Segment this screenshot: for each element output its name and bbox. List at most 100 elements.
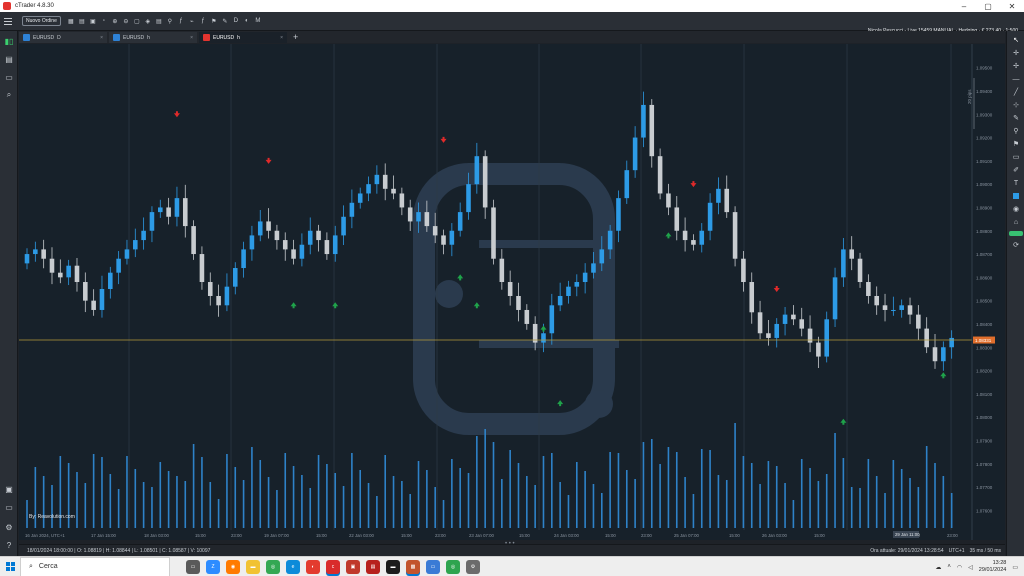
zoom-app-icon[interactable]: Z <box>206 559 220 574</box>
fib-icon[interactable]: ⚑ <box>1010 139 1022 149</box>
taskbar-search[interactable]: ⌕ Cerca <box>20 556 170 576</box>
chart-canvas[interactable]: 1.09500 1.09400 1.09300 1.09200 1.09100 1.090… <box>19 44 1005 540</box>
horizontal-line-icon[interactable]: — <box>1010 74 1022 84</box>
marker-icon[interactable]: D <box>232 17 240 25</box>
wifi-icon[interactable]: ◠ <box>957 564 962 571</box>
app-news-icon[interactable]: ▤ <box>366 559 380 574</box>
chrome-2-icon[interactable]: ◎ <box>446 559 460 574</box>
volume-icon[interactable]: ◁ <box>968 564 973 571</box>
zoom-out-icon[interactable]: ⊖ <box>122 17 130 25</box>
tray-chevron-icon[interactable]: ˄ <box>947 564 951 570</box>
settings-icon[interactable]: ⚙ <box>3 521 15 533</box>
refresh-icon[interactable]: ⟳ <box>1010 240 1022 250</box>
bot-icon[interactable]: ƒ <box>199 17 207 25</box>
app-blue-icon[interactable]: ▭ <box>426 559 440 574</box>
crosshair-dot-icon[interactable]: ✢ <box>1010 61 1022 71</box>
taskbar-clock[interactable]: 13:28 29/01/2024 <box>979 560 1007 574</box>
close-icon[interactable]: ✕ <box>1000 0 1024 12</box>
app-terminal-icon[interactable]: ▬ <box>386 559 400 574</box>
candle-body <box>691 240 696 245</box>
ray-icon[interactable]: ⊹ <box>1010 100 1022 110</box>
volume-bar <box>592 484 595 528</box>
file-explorer-icon[interactable]: ▬ <box>246 559 260 574</box>
alert-icon[interactable]: ⚑ <box>210 17 218 25</box>
maximize-icon[interactable]: ▢ <box>976 0 1000 12</box>
more-icon[interactable]: M <box>254 17 262 25</box>
indicator-icon[interactable]: ƒ <box>177 17 185 25</box>
firefox-icon[interactable]: ◉ <box>226 559 240 574</box>
close-tab-icon[interactable]: × <box>280 35 283 41</box>
drawing-icon[interactable]: ✎ <box>221 17 229 25</box>
detach-icon[interactable]: ▫ <box>100 17 108 25</box>
candle-body <box>474 156 480 185</box>
lock-icon[interactable]: ⌂ <box>1010 217 1022 227</box>
tab-eurusd-2[interactable]: EURUSD h × <box>109 32 197 43</box>
link-icon[interactable]: ⚲ <box>166 17 174 25</box>
volume-bar <box>109 474 112 528</box>
task-view-icon[interactable]: ▭ <box>186 559 200 574</box>
volume-bar <box>492 442 495 528</box>
add-tab-icon[interactable]: + <box>289 32 298 43</box>
time-tick-label: 23 Jan 07:00 <box>469 533 494 538</box>
volume-bar <box>700 449 703 528</box>
volume-bar <box>309 488 312 528</box>
watchlist-icon[interactable]: ◐ <box>243 17 251 25</box>
ctrader-taskbar-icon[interactable]: c <box>326 559 340 574</box>
volume-bar <box>276 490 278 528</box>
notifications-icon[interactable]: ▭ <box>1012 564 1018 571</box>
app-red-icon[interactable]: ◐ <box>306 559 320 574</box>
analyze-icon[interactable]: ⌕ <box>3 89 15 101</box>
ctrader-logo-icon <box>3 2 11 10</box>
grid-icon[interactable]: ▤ <box>155 17 163 25</box>
tab-eurusd-3[interactable]: EURUSD h × <box>199 32 287 43</box>
brush-icon[interactable]: ✎ <box>1010 113 1022 123</box>
weather-icon[interactable]: ☁ <box>935 564 941 571</box>
time-tick-label: 15:00 <box>814 533 825 538</box>
close-tab-icon[interactable]: × <box>190 35 193 41</box>
candle-body <box>33 249 38 255</box>
volume-bar <box>284 453 287 528</box>
text-icon[interactable]: T <box>1010 178 1022 188</box>
new-order-button[interactable]: Nuovo Ordine <box>22 16 61 26</box>
close-tab-icon[interactable]: × <box>100 35 103 41</box>
chrome-icon[interactable]: ◎ <box>266 559 280 574</box>
candle-body <box>516 295 521 310</box>
tab-eurusd-1[interactable]: EURUSD D × <box>19 32 107 43</box>
app-pdf-icon[interactable]: ▣ <box>346 559 360 574</box>
volume-bar <box>834 433 836 528</box>
crosshair-icon[interactable]: ✛ <box>1010 48 1022 58</box>
callout-icon[interactable]: ✐ <box>1010 165 1022 175</box>
timeframe-icon[interactable]: ▣ <box>89 17 97 25</box>
app-active-icon[interactable]: ▩ <box>406 559 420 574</box>
color-icon[interactable] <box>1010 191 1022 201</box>
settings-app-icon[interactable]: ⚙ <box>466 559 480 574</box>
market-icon[interactable]: ▣ <box>3 483 15 495</box>
news-icon[interactable]: ▭ <box>3 501 15 513</box>
eye-icon[interactable]: ◉ <box>1010 204 1022 214</box>
trade-icon[interactable]: ▮▯ <box>3 35 15 47</box>
pin-icon[interactable]: ⚲ <box>1010 126 1022 136</box>
automate-icon[interactable]: ▭ <box>3 71 15 83</box>
price-chart[interactable]: 1.09500 1.09400 1.09300 1.09200 1.09100 1.090… <box>19 44 1005 540</box>
templates-icon[interactable]: ◈ <box>144 17 152 25</box>
chart-type-icon[interactable]: ▦ <box>67 17 75 25</box>
cursor-icon[interactable]: ↖ <box>1010 35 1022 45</box>
help-icon[interactable]: ? <box>3 539 15 551</box>
trend-line-icon[interactable]: ╱ <box>1010 87 1022 97</box>
volume-bar <box>800 459 803 528</box>
rectangle-icon[interactable]: ▭ <box>1010 152 1022 162</box>
timezone[interactable]: UTC+1 <box>949 548 965 554</box>
zoom-in-icon[interactable]: ⊕ <box>111 17 119 25</box>
edge-icon[interactable]: e <box>286 559 300 574</box>
volume-bar <box>417 461 420 528</box>
price-tick-label: 1.08600 <box>976 275 993 280</box>
layout-icon[interactable]: ▤ <box>78 17 86 25</box>
screenshot-icon[interactable]: ▢ <box>133 17 141 25</box>
price-tick-label: 1.09500 <box>976 66 993 71</box>
candle-body <box>116 258 121 273</box>
minimize-icon[interactable]: – <box>952 0 976 12</box>
copy-icon[interactable]: ▤ <box>3 53 15 65</box>
script-icon[interactable]: ⌁ <box>188 17 196 25</box>
windows-start-icon[interactable] <box>0 557 20 576</box>
menu-icon[interactable] <box>0 12 16 31</box>
